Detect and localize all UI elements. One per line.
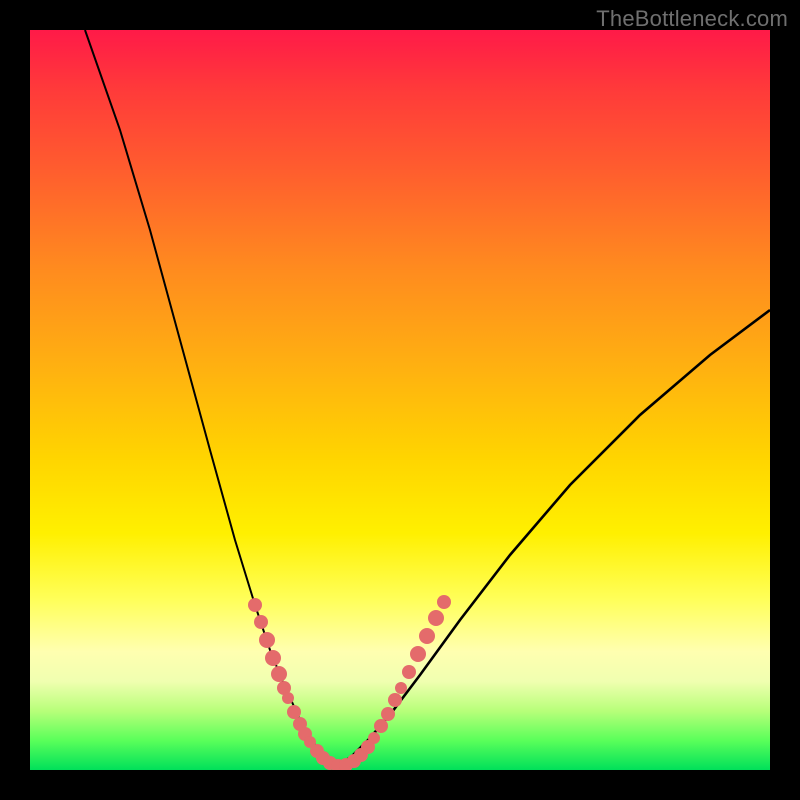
highlight-dot: [282, 692, 294, 704]
highlight-dot: [271, 666, 287, 682]
highlight-dot: [410, 646, 426, 662]
highlight-dot: [374, 719, 388, 733]
highlight-dot: [287, 705, 301, 719]
highlight-dot: [402, 665, 416, 679]
highlight-dot: [428, 610, 444, 626]
outer-frame: TheBottleneck.com: [0, 0, 800, 800]
highlight-dot: [254, 615, 268, 629]
highlight-dot: [368, 732, 380, 744]
curve-right-branch: [338, 310, 770, 766]
gradient-plot-area: [30, 30, 770, 770]
curve-left-branch: [85, 30, 338, 766]
highlight-dot: [388, 693, 402, 707]
highlight-dot: [259, 632, 275, 648]
highlight-dot: [381, 707, 395, 721]
highlight-dot: [248, 598, 262, 612]
highlight-dots-group: [248, 595, 451, 770]
highlight-dot: [437, 595, 451, 609]
chart-svg: [30, 30, 770, 770]
highlight-dot: [265, 650, 281, 666]
highlight-dot: [419, 628, 435, 644]
watermark-text: TheBottleneck.com: [596, 6, 788, 32]
highlight-dot: [395, 682, 407, 694]
